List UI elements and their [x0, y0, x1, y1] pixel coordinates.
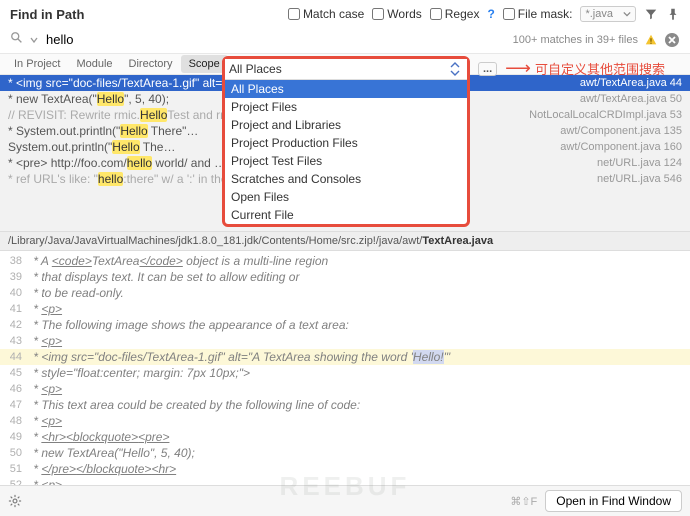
filemask-select[interactable]: *.java [580, 6, 636, 22]
scope-dropdown[interactable]: All Places All PlacesProject FilesProjec… [222, 56, 470, 227]
code-line: 51 * </pre></blockquote><hr> [0, 461, 690, 477]
code-line: 49 * <hr><blockquote><pre> [0, 429, 690, 445]
scope-dropdown-selected[interactable]: All Places [225, 59, 467, 80]
search-input[interactable] [44, 30, 507, 49]
dialog-footer: ⌘⇧F Open in Find Window [0, 485, 690, 516]
code-line: 47 * This text area could be created by … [0, 397, 690, 413]
code-line: 38 * A <code>TextArea</code> object is a… [0, 253, 690, 269]
tab-module[interactable]: Module [68, 55, 120, 73]
match-count-label: 100+ matches in 39+ files [513, 34, 638, 46]
search-icon [10, 31, 24, 48]
preview-code[interactable]: 38 * A <code>TextArea</code> object is a… [0, 251, 690, 503]
code-line: 50 * new TextArea("Hello", 5, 40); [0, 445, 690, 461]
gear-icon[interactable] [8, 494, 22, 508]
clear-search-icon[interactable] [664, 32, 680, 48]
history-chevron-icon[interactable] [30, 36, 38, 44]
scope-option[interactable]: All Places [225, 80, 467, 98]
scope-dropdown-list: All PlacesProject FilesProject and Libra… [225, 80, 467, 224]
scope-option[interactable]: Scratches and Consoles [225, 170, 467, 188]
code-line: 46 * <p> [0, 381, 690, 397]
open-in-find-window-button[interactable]: Open in Find Window [545, 490, 682, 512]
tab-scope[interactable]: Scope [181, 55, 228, 73]
preview-filepath: /Library/Java/JavaVirtualMachines/jdk1.8… [0, 231, 690, 251]
match-case-checkbox[interactable]: Match case [288, 7, 364, 21]
annotation-text: 可自定义其他范围搜索 [535, 59, 665, 78]
code-line: 45 * style="float:center; margin: 7px 10… [0, 365, 690, 381]
code-line: 43 * <p> [0, 333, 690, 349]
scope-option[interactable]: Current File [225, 206, 467, 224]
scope-option[interactable]: Project Files [225, 98, 467, 116]
warning-icon [644, 33, 658, 47]
dropdown-toggle-icon[interactable] [447, 61, 463, 77]
search-row: 100+ matches in 39+ files [0, 28, 690, 53]
scope-option[interactable]: Project and Libraries [225, 116, 467, 134]
filter-icon[interactable] [644, 7, 658, 21]
scope-option[interactable]: Project Test Files [225, 152, 467, 170]
code-line: 40 * to be read-only. [0, 285, 690, 301]
dialog-header: Find in Path Match case Words Regex ? Fi… [0, 0, 690, 28]
regex-checkbox[interactable]: Regex [430, 7, 480, 21]
more-scopes-button[interactable]: ... [478, 62, 497, 76]
pin-icon[interactable] [666, 7, 680, 21]
code-line: 41 * <p> [0, 301, 690, 317]
scope-option[interactable]: Open Files [225, 188, 467, 206]
code-line: 48 * <p> [0, 413, 690, 429]
annotation: ... ⟶ 可自定义其他范围搜索 [478, 58, 665, 79]
tab-in-project[interactable]: In Project [6, 55, 68, 73]
regex-help-link[interactable]: ? [487, 7, 494, 21]
filemask-checkbox[interactable]: File mask: [503, 7, 573, 21]
tab-directory[interactable]: Directory [121, 55, 181, 73]
code-line: 44 * <img src="doc-files/TextArea-1.gif"… [0, 349, 690, 365]
arrow-icon: ⟶ [505, 58, 531, 79]
dialog-title: Find in Path [10, 7, 84, 22]
shortcut-hint: ⌘⇧F [510, 495, 537, 508]
code-line: 42 * The following image shows the appea… [0, 317, 690, 333]
code-line: 39 * that displays text. It can be set t… [0, 269, 690, 285]
scope-option[interactable]: Project Production Files [225, 134, 467, 152]
words-checkbox[interactable]: Words [372, 7, 421, 21]
